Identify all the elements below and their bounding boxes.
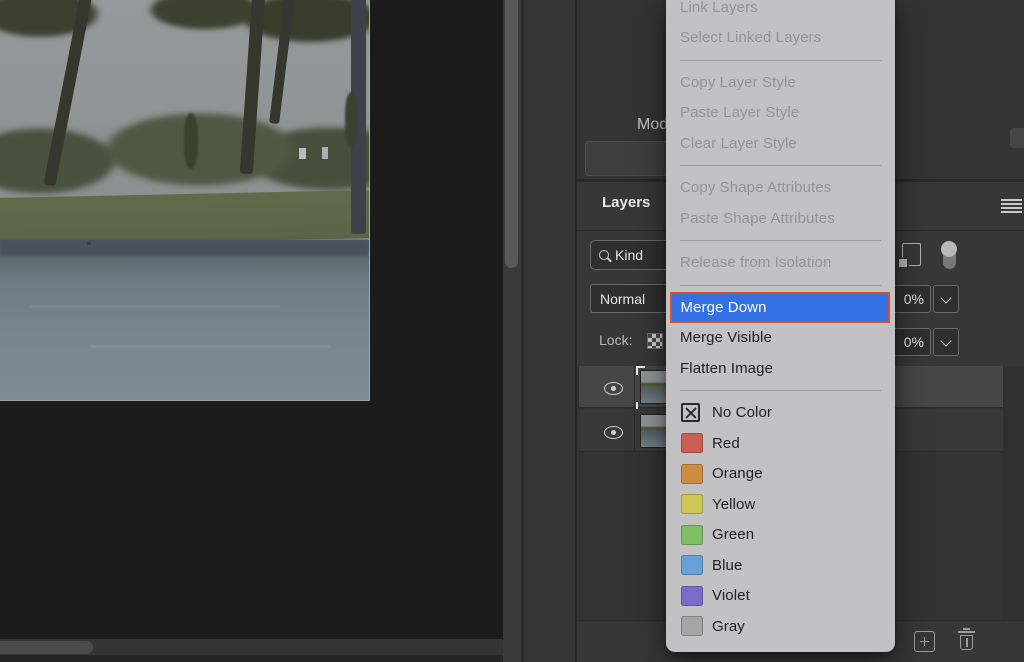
opacity-value: 0% bbox=[904, 291, 924, 307]
menu-item-blue[interactable]: Blue bbox=[666, 550, 895, 581]
menu-item-copy-layer-style: Copy Layer Style bbox=[666, 67, 895, 98]
water-ripple bbox=[90, 345, 330, 348]
blue-swatch bbox=[681, 555, 703, 575]
kind-label: Kind bbox=[615, 247, 643, 263]
menu-item-clear-layer-style: Clear Layer Style bbox=[666, 128, 895, 159]
menu-item-gray[interactable]: Gray bbox=[666, 611, 895, 642]
mode-dropdown[interactable] bbox=[585, 141, 668, 176]
fill-dropdown-button[interactable] bbox=[933, 328, 959, 356]
search-icon bbox=[599, 250, 609, 260]
menu-item-merge-visible[interactable]: Merge Visible bbox=[666, 323, 895, 354]
layer-filter-search[interactable]: Kind bbox=[590, 240, 676, 270]
cypress-tree bbox=[345, 92, 357, 148]
mode-label: Mod bbox=[637, 116, 668, 134]
menu-separator bbox=[680, 165, 881, 166]
menu-item-release-from-isolation: Release from Isolation bbox=[666, 248, 895, 279]
chevron-down-icon bbox=[940, 292, 951, 303]
menu-separator bbox=[680, 285, 881, 286]
orange-swatch bbox=[681, 464, 703, 484]
menu-item-paste-shape-attributes: Paste Shape Attributes bbox=[666, 203, 895, 234]
properties-field-sliver bbox=[1010, 128, 1024, 148]
chevron-down-icon bbox=[940, 335, 951, 346]
blend-mode-dropdown[interactable]: Normal bbox=[590, 284, 676, 313]
transparency-lock-icon[interactable] bbox=[647, 333, 663, 349]
opacity-dropdown-button[interactable] bbox=[933, 285, 959, 313]
menu-item-violet[interactable]: Violet bbox=[666, 581, 895, 612]
gray-swatch bbox=[681, 616, 703, 636]
horizontal-scrollbar-thumb[interactable] bbox=[0, 641, 93, 654]
grass-bank bbox=[0, 190, 370, 246]
row-divider bbox=[634, 366, 635, 407]
lakeside-structure bbox=[322, 147, 328, 159]
menu-separator bbox=[680, 240, 881, 241]
tab-layers[interactable]: Layers bbox=[602, 194, 650, 211]
menu-separator bbox=[680, 60, 881, 61]
eye-icon[interactable] bbox=[604, 382, 623, 395]
delete-layer-icon[interactable] bbox=[957, 628, 976, 652]
menu-item-green[interactable]: Green bbox=[666, 520, 895, 551]
blend-mode-value: Normal bbox=[600, 291, 645, 307]
bird-on-water bbox=[87, 242, 91, 245]
panel-dock-strip bbox=[521, 0, 575, 662]
menu-item-merge-down[interactable]: Merge Down bbox=[670, 292, 890, 323]
vertical-scrollbar-thumb[interactable] bbox=[505, 0, 518, 268]
selection-bracket bbox=[636, 366, 645, 375]
filter-toggle-icon[interactable] bbox=[940, 241, 958, 270]
eye-icon[interactable] bbox=[604, 426, 623, 439]
panel-scroll-gutter bbox=[1003, 366, 1024, 620]
violet-swatch bbox=[681, 586, 703, 606]
menu-item-select-linked-layers: Select Linked Layers bbox=[666, 23, 895, 54]
lakeside-structure bbox=[299, 148, 306, 159]
cypress-tree bbox=[184, 113, 198, 169]
green-swatch bbox=[681, 525, 703, 545]
menu-item-paste-layer-style: Paste Layer Style bbox=[666, 98, 895, 129]
menu-item-red[interactable]: Red bbox=[666, 428, 895, 459]
lake-water bbox=[0, 240, 369, 400]
menu-item-no-color[interactable]: No Color bbox=[666, 398, 895, 429]
shore-reflection bbox=[0, 240, 369, 256]
water-ripple bbox=[30, 305, 280, 308]
layers-context-menu: Link Layers Select Linked Layers Copy La… bbox=[666, 0, 895, 652]
document-image[interactable] bbox=[0, 0, 370, 401]
yellow-swatch bbox=[681, 494, 703, 514]
panel-menu-icon[interactable] bbox=[1001, 199, 1022, 213]
layer-filter-doc-icon[interactable] bbox=[902, 243, 921, 266]
row-divider bbox=[634, 409, 635, 451]
menu-separator bbox=[680, 390, 881, 391]
menu-item-flatten-image[interactable]: Flatten Image bbox=[666, 353, 895, 384]
menu-item-link-layers: Link Layers bbox=[666, 0, 895, 23]
red-swatch bbox=[681, 433, 703, 453]
palm-fronds bbox=[0, 0, 370, 62]
menu-item-orange[interactable]: Orange bbox=[666, 459, 895, 490]
photoshop-window: Mod Layers Kind Normal 0% bbox=[0, 0, 1024, 662]
new-layer-icon[interactable] bbox=[914, 631, 935, 652]
status-strip bbox=[0, 655, 503, 662]
menu-item-copy-shape-attributes: Copy Shape Attributes bbox=[666, 173, 895, 204]
lock-label: Lock: bbox=[599, 332, 632, 348]
no-color-icon bbox=[681, 403, 700, 422]
menu-item-yellow[interactable]: Yellow bbox=[666, 489, 895, 520]
fill-value: 0% bbox=[904, 334, 924, 350]
